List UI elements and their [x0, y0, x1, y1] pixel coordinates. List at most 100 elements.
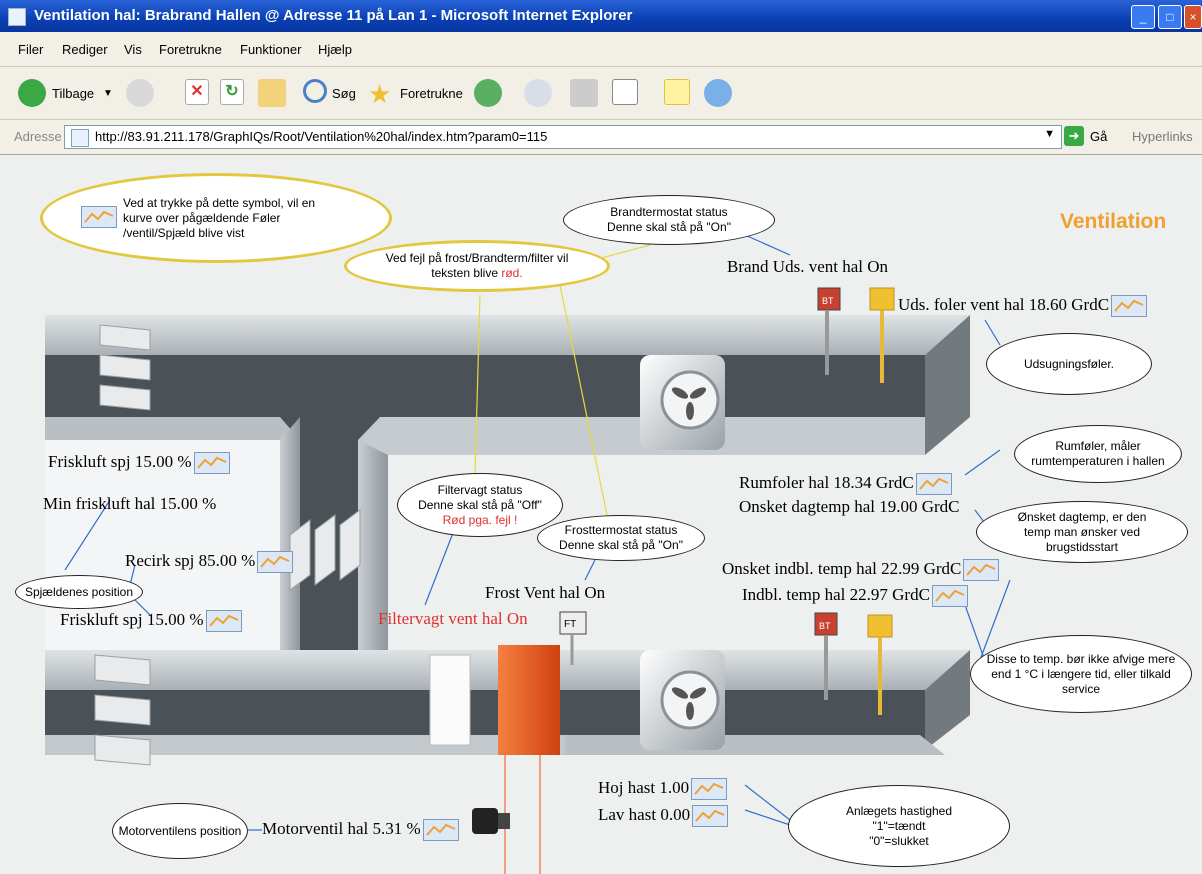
note-frosttermostat: Frosttermostat status Denne skal stå på … [537, 515, 705, 561]
hoj-hast-row: Hoj hast 1.00 [598, 778, 728, 801]
window-titlebar: Ventilation hal: Brabrand Hallen @ Adres… [0, 0, 1202, 32]
note-text: brugstidsstart [1045, 539, 1119, 554]
print-icon[interactable] [570, 79, 598, 107]
maximize-button[interactable]: □ [1158, 5, 1182, 29]
trend-icon[interactable] [193, 452, 230, 475]
links-button[interactable]: Hyperlinks [1132, 129, 1193, 144]
trend-icon[interactable] [915, 473, 952, 496]
motor-valve [472, 808, 498, 834]
note-text: Brandtermostat status [610, 205, 728, 219]
note-text: /ventil/Spjæld blive vist [123, 225, 245, 240]
frost-vent-status: Frost Vent hal On [485, 583, 606, 602]
trend-icon[interactable] [1111, 295, 1148, 318]
edit-icon[interactable] [612, 79, 638, 105]
note-text: service [1061, 681, 1100, 696]
note-text: "0"=slukket [869, 833, 929, 848]
note-anlaeg-hastighed: Anlægets hastighed "1"=tændt "0"=slukket [788, 785, 1010, 867]
back-icon[interactable] [18, 79, 46, 107]
note-error-red: Ved fejl på frost/Brandterm/filter vil t… [344, 240, 610, 292]
menu-bar: Filer Rediger Vis Foretrukne Funktioner … [0, 32, 1202, 67]
page-icon [71, 129, 89, 147]
friskluft-top-row: Friskluft spj 15.00 % [48, 452, 230, 475]
note-spjaeld: Spjældenes position [15, 575, 143, 609]
ie-page-icon [8, 8, 26, 26]
messenger-icon[interactable] [704, 79, 732, 107]
friskluft-bottom-value: Friskluft spj 15.00 % [60, 610, 204, 629]
search-icon[interactable] [303, 79, 327, 103]
note-onsket-dagtemp: Ønsket dagtemp, er den temp man ønsker v… [976, 501, 1188, 563]
temp-sensor-top [869, 287, 895, 311]
temp-sensor-bottom [867, 614, 893, 638]
stop-icon[interactable]: ✕ [185, 79, 209, 105]
trend-icon[interactable] [81, 206, 117, 228]
upper-louvers [99, 324, 151, 411]
brand-uds-status: Brand Uds. vent hal On [727, 257, 889, 276]
menu-edit[interactable]: Rediger [62, 42, 108, 57]
note-text: temp man ønsker ved [1023, 524, 1141, 539]
menu-file[interactable]: Filer [18, 42, 43, 57]
recirk-value: Recirk spj 85.00 % [125, 551, 256, 570]
close-button[interactable]: × [1184, 5, 1202, 29]
menu-favorites[interactable]: Foretrukne [159, 42, 222, 57]
address-bar: Adresse http://83.91.211.178/GraphIQs/Ro… [0, 120, 1202, 155]
menu-help[interactable]: Hjælp [318, 42, 352, 57]
back-button[interactable]: Tilbage [52, 81, 94, 107]
trend-icon[interactable] [422, 819, 459, 842]
note-udsugning: Udsugningsføler. [986, 333, 1152, 395]
forward-icon[interactable] [126, 79, 154, 107]
go-icon[interactable]: ➜ [1064, 126, 1084, 146]
note-text: Ved at trykke på dette symbol, vil en [123, 195, 316, 210]
note-text: Spjældenes position [24, 584, 134, 599]
onsket-indbl-row: Onsket indbl. temp hal 22.99 GrdC [722, 559, 1000, 582]
page-heading: Ventilation [1060, 210, 1167, 233]
note-text: kurve over pågældende Føler [123, 210, 281, 225]
trend-icon[interactable] [257, 551, 294, 574]
search-button[interactable]: Søg [332, 81, 356, 107]
toolbar: Tilbage ▼ ✕ ↻ Søg ★ Foretrukne [0, 67, 1202, 120]
note-brandtermostat: Brandtermostat status Denne skal stå på … [563, 195, 775, 245]
trend-icon[interactable] [963, 559, 1000, 582]
hoj-hast-value: Hoj hast 1.00 [598, 778, 690, 797]
minimize-button[interactable]: _ [1131, 5, 1155, 29]
mail-icon[interactable] [524, 79, 552, 107]
trend-icon[interactable] [692, 805, 729, 828]
notes-icon[interactable] [664, 79, 690, 105]
ft-sensor-label: FT [564, 619, 576, 630]
note-text: Frosttermostat status [564, 523, 678, 537]
motorventil-row: Motorventil hal 5.31 % [262, 819, 459, 842]
address-dropdown-icon[interactable]: ▼ [1044, 128, 1055, 140]
lav-hast-value: Lav hast 0.00 [598, 805, 691, 824]
go-button[interactable]: Gå [1090, 129, 1107, 144]
note-text: Anlægets hastighed [845, 803, 953, 818]
filtervagt-status: Filtervagt vent hal On [378, 609, 528, 628]
note-text: end 1 °C i længere tid, eller tilkald [991, 666, 1171, 681]
filter-unit [429, 654, 471, 746]
note-text: "1"=tændt [872, 818, 926, 833]
menu-view[interactable]: Vis [124, 42, 142, 57]
note-text-red: Rød pga. fejl ! [442, 512, 518, 527]
note-filtervagt: Filtervagt status Denne skal stå på "Off… [397, 473, 563, 537]
address-input[interactable]: http://83.91.211.178/GraphIQs/Root/Venti… [64, 125, 1062, 149]
favorites-icon[interactable]: ★ [368, 81, 391, 107]
history-icon[interactable] [474, 79, 502, 107]
friskluft-top-value: Friskluft spj 15.00 % [48, 452, 192, 471]
window-title: Ventilation hal: Brabrand Hallen @ Adres… [34, 7, 633, 24]
note-text: teksten blive [431, 266, 502, 280]
onsket-indbl-value: Onsket indbl. temp hal 22.99 GrdC [722, 559, 962, 578]
refresh-icon[interactable]: ↻ [220, 79, 244, 105]
note-text: Rumføler, måler [1055, 439, 1141, 453]
upper-duct-top [45, 315, 970, 355]
rumfoler-row: Rumfoler hal 18.34 GrdC [739, 473, 952, 496]
trend-icon[interactable] [205, 610, 242, 633]
home-icon[interactable] [258, 79, 286, 107]
ventilation-diagram: BT BT FT Ventilation Brand Uds. vent hal… [0, 155, 1202, 874]
onsket-dagtemp-value: Onsket dagtemp hal 19.00 GrdC [739, 497, 960, 516]
favorites-button[interactable]: Foretrukne [400, 81, 463, 107]
uds-foler-row: Uds. foler vent hal 18.60 GrdC [898, 295, 1148, 318]
address-url: http://83.91.211.178/GraphIQs/Root/Venti… [95, 129, 548, 144]
back-dropdown-icon[interactable]: ▼ [103, 81, 113, 107]
menu-tools[interactable]: Funktioner [240, 42, 301, 57]
trend-icon[interactable] [691, 778, 728, 801]
trend-icon[interactable] [931, 585, 968, 608]
bt-sensor-top-label: BT [822, 296, 834, 306]
